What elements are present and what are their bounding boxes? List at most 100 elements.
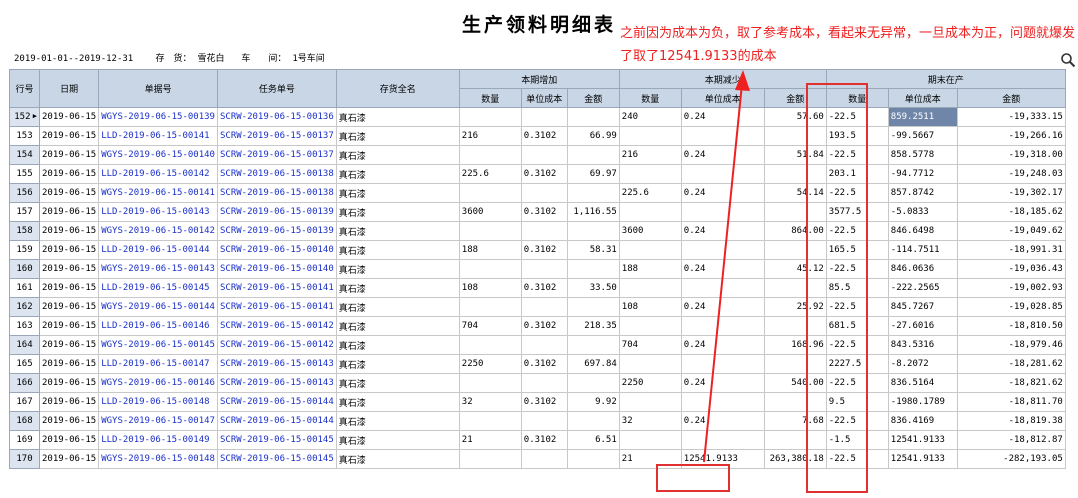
doc-no-cell[interactable]: WGYS-2019-06-15-00144 [99,298,218,317]
out-cost-cell[interactable]: 0.24 [681,146,764,165]
out-qty-cell[interactable] [619,431,681,450]
col-out-qty[interactable]: 数量 [619,89,681,108]
out-qty-cell[interactable]: 225.6 [619,184,681,203]
out-qty-cell[interactable]: 108 [619,298,681,317]
out-cost-cell[interactable]: 0.24 [681,108,764,127]
out-qty-cell[interactable]: 3600 [619,222,681,241]
item-name-cell[interactable]: 真石漆 [336,203,459,222]
row-number[interactable]: 169 [10,431,40,450]
doc-no-cell[interactable]: LLD-2019-06-15-00144 [99,241,218,260]
in-cost-cell[interactable]: 0.3102 [521,241,567,260]
doc-no-cell[interactable]: LLD-2019-06-15-00142 [99,165,218,184]
end-cost-cell[interactable]: -99.5667 [888,127,957,146]
table-row[interactable]: 1612019-06-15LLD-2019-06-15-00145SCRW-20… [10,279,1066,298]
in-amount-cell[interactable]: 69.97 [567,165,619,184]
in-qty-cell[interactable]: 108 [459,279,521,298]
task-no-cell[interactable]: SCRW-2019-06-15-00145 [217,431,336,450]
in-amount-cell[interactable] [567,108,619,127]
end-amount-cell[interactable]: -19,002.93 [957,279,1065,298]
table-row[interactable]: 1692019-06-15LLD-2019-06-15-00149SCRW-20… [10,431,1066,450]
out-cost-cell[interactable]: 0.24 [681,298,764,317]
in-cost-cell[interactable] [521,222,567,241]
in-qty-cell[interactable] [459,374,521,393]
task-no-cell[interactable]: SCRW-2019-06-15-00143 [217,374,336,393]
col-in-qty[interactable]: 数量 [459,89,521,108]
out-cost-cell[interactable] [681,355,764,374]
in-qty-cell[interactable] [459,336,521,355]
in-amount-cell[interactable]: 9.92 [567,393,619,412]
end-cost-cell[interactable]: 845.7267 [888,298,957,317]
in-qty-cell[interactable] [459,222,521,241]
date-cell[interactable]: 2019-06-15 [40,393,99,412]
in-cost-cell[interactable]: 0.3102 [521,393,567,412]
col-in-amount[interactable]: 金额 [567,89,619,108]
row-number[interactable]: 167 [10,393,40,412]
row-number[interactable]: 166 [10,374,40,393]
in-cost-cell[interactable] [521,146,567,165]
table-row[interactable]: 1642019-06-15WGYS-2019-06-15-00145SCRW-2… [10,336,1066,355]
row-number[interactable]: ▶152 [10,108,40,127]
end-cost-cell[interactable]: -114.7511 [888,241,957,260]
row-number[interactable]: 156 [10,184,40,203]
end-cost-cell[interactable]: 12541.9133 [888,450,957,469]
out-cost-cell[interactable]: 0.24 [681,222,764,241]
in-amount-cell[interactable] [567,450,619,469]
in-qty-cell[interactable] [459,184,521,203]
row-number[interactable]: 158 [10,222,40,241]
table-row[interactable]: 1652019-06-15LLD-2019-06-15-00147SCRW-20… [10,355,1066,374]
doc-no-cell[interactable]: LLD-2019-06-15-00145 [99,279,218,298]
date-cell[interactable]: 2019-06-15 [40,450,99,469]
in-cost-cell[interactable] [521,450,567,469]
end-amount-cell[interactable]: -18,185.62 [957,203,1065,222]
item-name-cell[interactable]: 真石漆 [336,374,459,393]
task-no-cell[interactable]: SCRW-2019-06-15-00144 [217,393,336,412]
out-cost-cell[interactable] [681,317,764,336]
row-number[interactable]: 153 [10,127,40,146]
end-cost-cell[interactable]: 857.8742 [888,184,957,203]
table-row[interactable]: 1602019-06-15WGYS-2019-06-15-00143SCRW-2… [10,260,1066,279]
in-qty-cell[interactable]: 2250 [459,355,521,374]
in-amount-cell[interactable]: 218.35 [567,317,619,336]
date-cell[interactable]: 2019-06-15 [40,374,99,393]
in-amount-cell[interactable]: 6.51 [567,431,619,450]
end-amount-cell[interactable]: -19,028.85 [957,298,1065,317]
row-number[interactable]: 159 [10,241,40,260]
in-qty-cell[interactable]: 225.6 [459,165,521,184]
date-cell[interactable]: 2019-06-15 [40,108,99,127]
in-qty-cell[interactable]: 216 [459,127,521,146]
task-no-cell[interactable]: SCRW-2019-06-15-00141 [217,279,336,298]
magnifier-icon[interactable] [1060,52,1076,68]
out-cost-cell[interactable] [681,165,764,184]
task-no-cell[interactable]: SCRW-2019-06-15-00137 [217,146,336,165]
doc-no-cell[interactable]: WGYS-2019-06-15-00140 [99,146,218,165]
table-row[interactable]: 1572019-06-15LLD-2019-06-15-00143SCRW-20… [10,203,1066,222]
date-cell[interactable]: 2019-06-15 [40,165,99,184]
in-qty-cell[interactable] [459,450,521,469]
end-amount-cell[interactable]: -19,049.62 [957,222,1065,241]
col-end-cost[interactable]: 单位成本 [888,89,957,108]
end-cost-cell[interactable]: 858.5778 [888,146,957,165]
in-cost-cell[interactable] [521,108,567,127]
date-cell[interactable]: 2019-06-15 [40,241,99,260]
in-amount-cell[interactable]: 1,116.55 [567,203,619,222]
row-number[interactable]: 165 [10,355,40,374]
row-number[interactable]: 154 [10,146,40,165]
table-row[interactable]: 1672019-06-15LLD-2019-06-15-00148SCRW-20… [10,393,1066,412]
in-qty-cell[interactable]: 32 [459,393,521,412]
doc-no-cell[interactable]: LLD-2019-06-15-00143 [99,203,218,222]
in-cost-cell[interactable] [521,412,567,431]
row-number[interactable]: 168 [10,412,40,431]
item-name-cell[interactable]: 真石漆 [336,393,459,412]
in-cost-cell[interactable]: 0.3102 [521,203,567,222]
end-amount-cell[interactable]: -19,318.00 [957,146,1065,165]
table-row[interactable]: 1542019-06-15WGYS-2019-06-15-00140SCRW-2… [10,146,1066,165]
date-cell[interactable]: 2019-06-15 [40,146,99,165]
item-name-cell[interactable]: 真石漆 [336,222,459,241]
col-out-cost[interactable]: 单位成本 [681,89,764,108]
date-cell[interactable]: 2019-06-15 [40,412,99,431]
end-cost-cell[interactable]: -5.0833 [888,203,957,222]
in-qty-cell[interactable]: 21 [459,431,521,450]
in-qty-cell[interactable] [459,260,521,279]
table-row[interactable]: 1532019-06-15LLD-2019-06-15-00141SCRW-20… [10,127,1066,146]
task-no-cell[interactable]: SCRW-2019-06-15-00140 [217,241,336,260]
